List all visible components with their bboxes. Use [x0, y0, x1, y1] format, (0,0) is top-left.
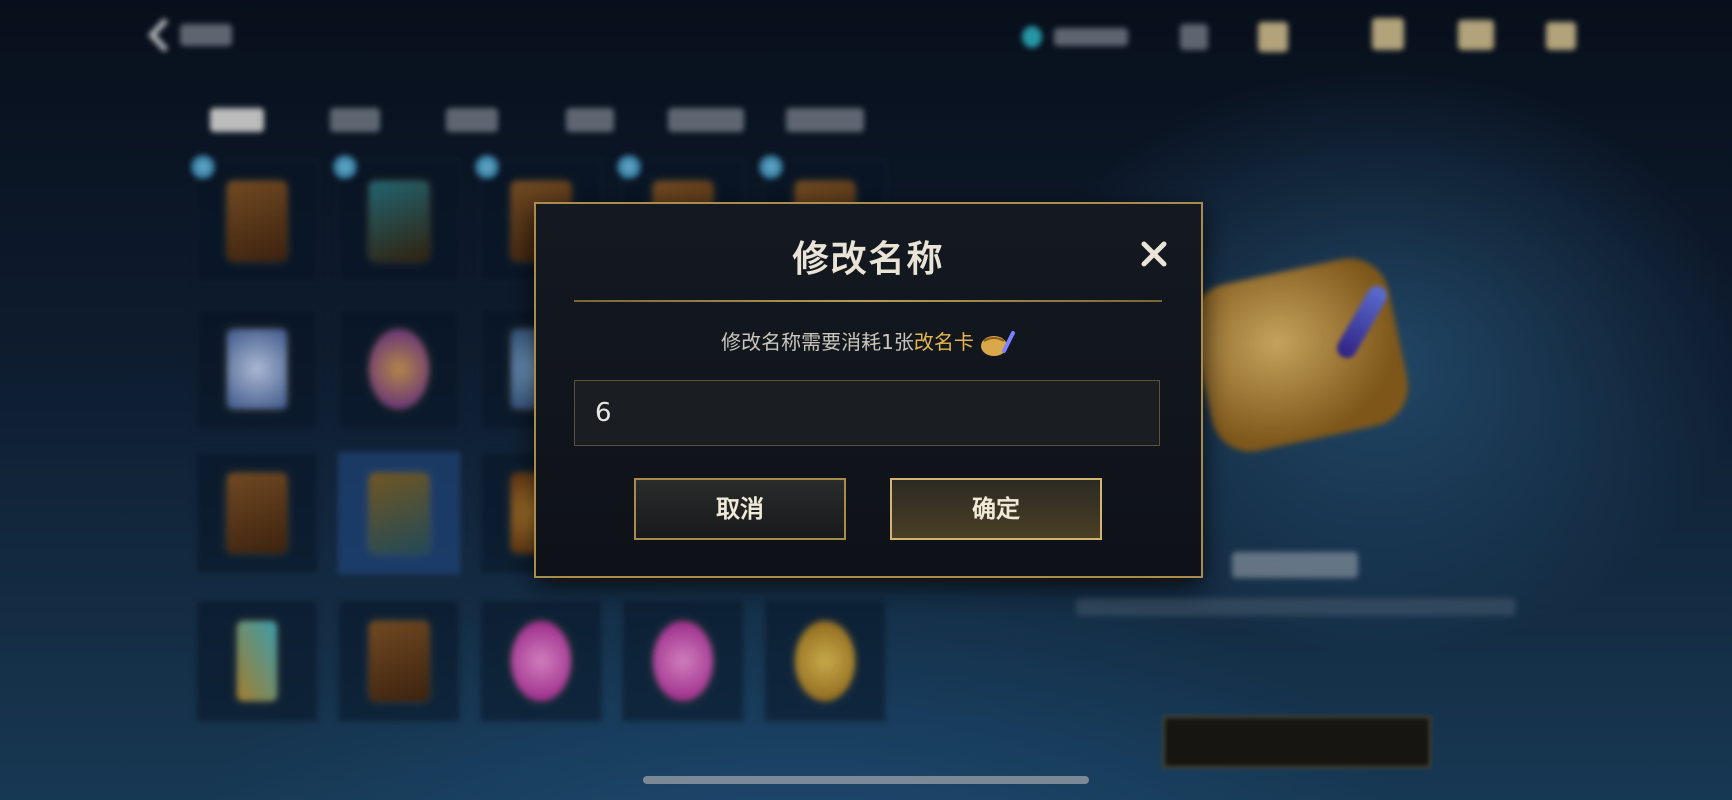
dialog-title: 修改名称: [792, 239, 945, 280]
close-icon[interactable]: [1134, 234, 1174, 274]
rename-card-icon: [980, 330, 1015, 356]
cancel-button[interactable]: 取消: [634, 478, 846, 540]
confirm-button[interactable]: 确定: [890, 478, 1102, 540]
rename-cost-message: 修改名称需要消耗1张改名卡: [536, 326, 1201, 359]
rename-card-link: 改名卡: [913, 330, 974, 354]
message-prefix: 修改名称需要消耗1张: [721, 330, 914, 354]
title-divider: [574, 300, 1162, 302]
name-input[interactable]: [574, 380, 1160, 446]
rename-dialog: 修改名称 修改名称需要消耗1张改名卡 取消 确定: [534, 202, 1203, 578]
